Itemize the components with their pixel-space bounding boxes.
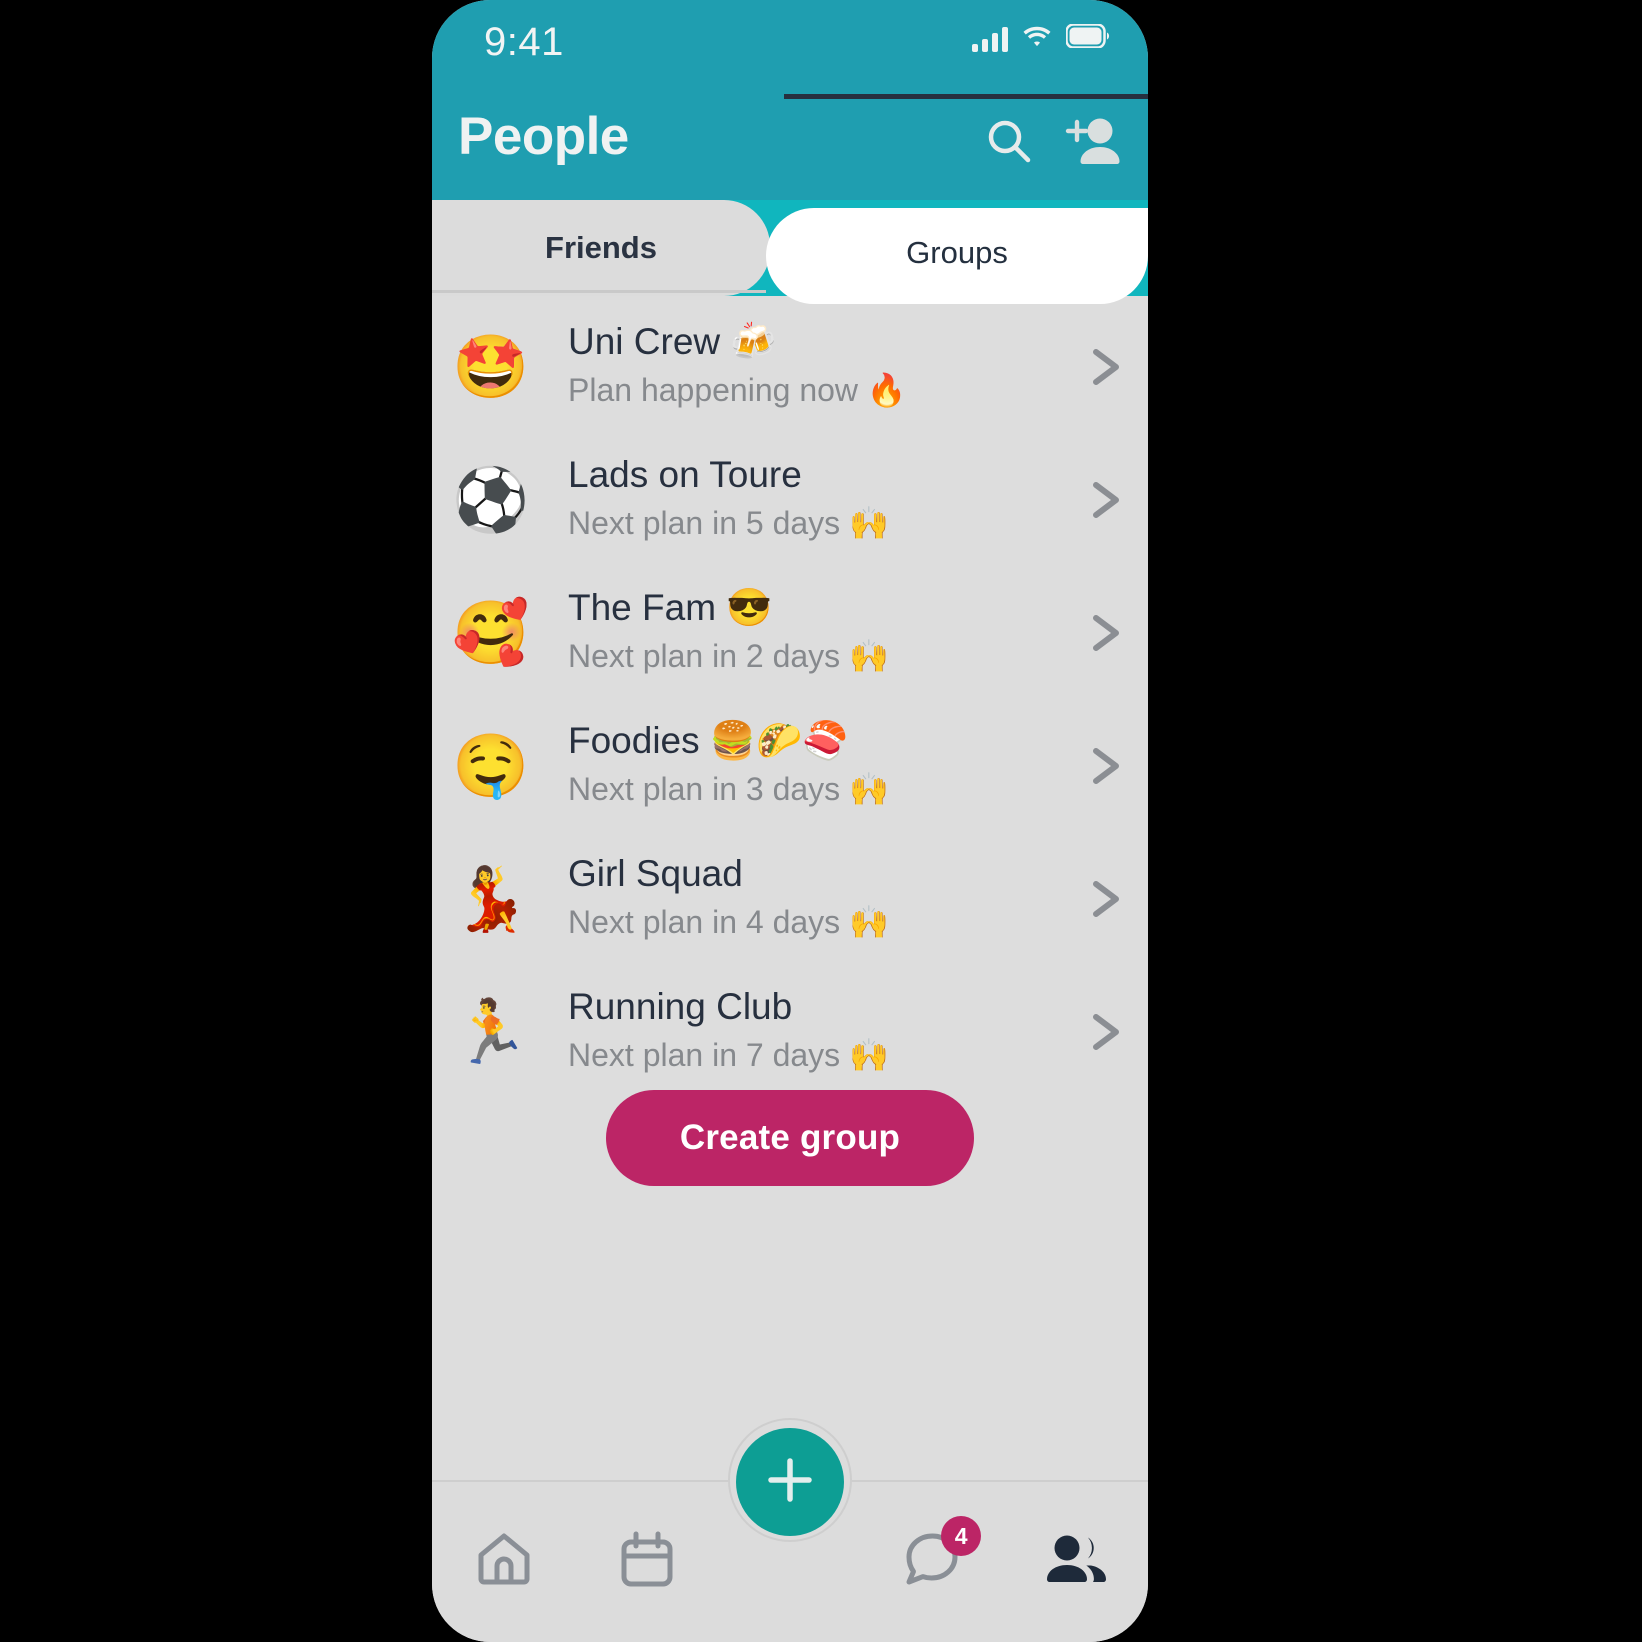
wifi-icon: [1022, 24, 1052, 53]
nav-item-create[interactable]: [718, 1428, 861, 1642]
plus-icon: [762, 1452, 818, 1513]
tab-friends-label: Friends: [545, 230, 657, 265]
group-list-item[interactable]: 💃 Girl Squad Next plan in 4 days 🙌: [432, 832, 1148, 965]
group-avatar-emoji: 🤤: [452, 728, 530, 802]
chat-unread-badge: 4: [941, 1516, 982, 1556]
phone-frame: 9:41 People Friends Groups 🤩 Uni Crew 🍻 …: [432, 0, 1148, 1642]
create-group-area: Create group: [432, 1090, 1148, 1186]
group-title: Running Club: [568, 986, 793, 1028]
group-subtitle: Next plan in 3 days 🙌: [568, 770, 889, 807]
tab-groups[interactable]: Groups: [766, 208, 1148, 304]
nav-item-home[interactable]: [432, 1480, 575, 1642]
calendar-icon: [612, 1524, 682, 1599]
group-subtitle: Next plan in 4 days 🙌: [568, 903, 889, 940]
group-text-block: Uni Crew 🍻 Plan happening now 🔥: [550, 321, 1088, 411]
group-title: Uni Crew 🍻: [568, 321, 777, 363]
chevron-right-icon[interactable]: [1088, 473, 1148, 527]
create-group-button[interactable]: Create group: [605, 1090, 975, 1186]
group-subtitle: Next plan in 7 days 🙌: [568, 1036, 889, 1073]
group-avatar-emoji: 💃: [452, 861, 530, 935]
create-fab-button[interactable]: [736, 1428, 844, 1536]
status-time: 9:41: [484, 20, 564, 64]
group-text-block: Lads on Toure Next plan in 5 days 🙌: [550, 454, 1088, 544]
status-icons: [972, 23, 1110, 53]
group-avatar-emoji: 🤩: [452, 329, 530, 403]
group-list-item[interactable]: 🏃 Running Club Next plan in 7 days 🙌: [432, 965, 1148, 1098]
group-subtitle: Plan happening now 🔥: [568, 371, 907, 408]
group-avatar-emoji: 🥰: [452, 595, 530, 669]
chevron-right-icon[interactable]: [1088, 340, 1148, 394]
group-title: Foodies 🍔🌮🍣: [568, 720, 849, 762]
battery-icon: [1065, 23, 1110, 53]
group-list-item[interactable]: 🥰 The Fam 😎 Next plan in 2 days 🙌: [432, 566, 1148, 699]
nav-item-chat[interactable]: 4: [862, 1480, 1005, 1642]
group-avatar-emoji: ⚽: [452, 462, 530, 536]
tab-active-indicator: [784, 94, 1148, 99]
group-list-item[interactable]: 🤩 Uni Crew 🍻 Plan happening now 🔥: [432, 300, 1148, 433]
cellular-signal-icon: [972, 26, 1008, 52]
group-text-block: Running Club Next plan in 7 days 🙌: [550, 986, 1088, 1076]
chevron-right-icon[interactable]: [1088, 606, 1148, 660]
group-text-block: The Fam 😎 Next plan in 2 days 🙌: [550, 587, 1088, 677]
nav-item-calendar[interactable]: [575, 1480, 718, 1642]
group-list-item[interactable]: ⚽ Lads on Toure Next plan in 5 days 🙌: [432, 433, 1148, 566]
search-icon[interactable]: [982, 114, 1036, 168]
group-avatar-emoji: 🏃: [452, 994, 530, 1068]
bottom-nav-items: 4: [432, 1428, 1148, 1642]
tab-strip: Friends Groups: [432, 200, 1148, 304]
group-title: Lads on Toure: [568, 454, 802, 496]
tab-friends[interactable]: Friends: [432, 200, 770, 296]
group-text-block: Foodies 🍔🌮🍣 Next plan in 3 days 🙌: [550, 720, 1088, 810]
nav-item-people[interactable]: [1005, 1480, 1148, 1642]
page-title: People: [458, 107, 629, 166]
group-title: The Fam 😎: [568, 587, 773, 629]
group-subtitle: Next plan in 5 days 🙌: [568, 504, 889, 541]
people-icon: [1039, 1524, 1113, 1599]
tab-groups-label: Groups: [906, 235, 1008, 270]
chevron-right-icon[interactable]: [1088, 1005, 1148, 1059]
app-bar: People: [432, 90, 1148, 200]
group-text-block: Girl Squad Next plan in 4 days 🙌: [550, 853, 1088, 943]
group-title: Girl Squad: [568, 853, 743, 895]
tab-strip-divider: [432, 290, 766, 293]
group-list-item[interactable]: 🤤 Foodies 🍔🌮🍣 Next plan in 3 days 🙌: [432, 699, 1148, 832]
group-subtitle: Next plan in 2 days 🙌: [568, 637, 889, 674]
chevron-right-icon[interactable]: [1088, 739, 1148, 793]
home-icon: [469, 1524, 539, 1599]
app-bar-actions: [982, 114, 1122, 168]
add-person-icon[interactable]: [1064, 114, 1122, 168]
status-bar: 9:41: [432, 0, 1148, 90]
group-list: 🤩 Uni Crew 🍻 Plan happening now 🔥 ⚽ Lads…: [432, 300, 1148, 1098]
chevron-right-icon[interactable]: [1088, 872, 1148, 926]
bottom-nav-bar: 4: [432, 1418, 1148, 1642]
